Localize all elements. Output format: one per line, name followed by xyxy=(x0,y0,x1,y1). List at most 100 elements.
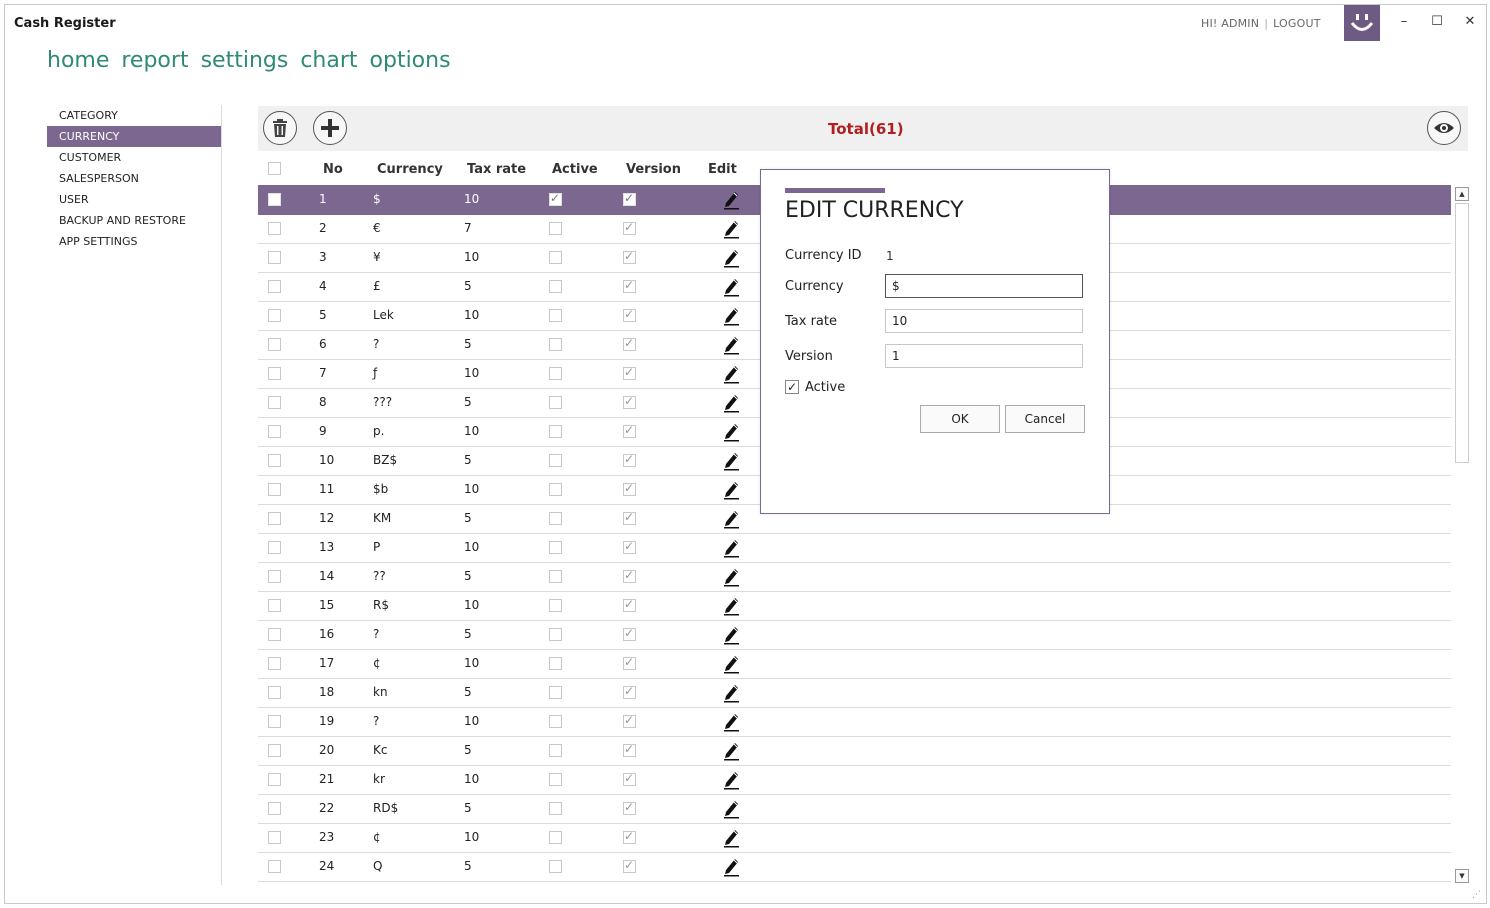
row-active-checkbox[interactable] xyxy=(549,744,562,757)
row-select-checkbox[interactable] xyxy=(268,831,281,844)
pencil-icon[interactable] xyxy=(720,768,742,790)
currency-input[interactable] xyxy=(885,274,1083,298)
row-version-checkbox[interactable] xyxy=(623,597,636,612)
row-select-checkbox[interactable] xyxy=(268,251,281,264)
row-select-checkbox[interactable] xyxy=(268,744,281,757)
row-version-checkbox[interactable] xyxy=(623,249,636,264)
row-version-checkbox[interactable] xyxy=(623,568,636,583)
table-row[interactable]: 15 R$ 10 xyxy=(258,591,1451,621)
row-version-checkbox[interactable] xyxy=(623,481,636,496)
row-active-checkbox[interactable] xyxy=(549,483,562,496)
row-select-checkbox[interactable] xyxy=(268,860,281,873)
sidebar-item-user[interactable]: USER xyxy=(47,189,222,210)
scroll-down-arrow-icon[interactable]: ▼ xyxy=(1455,869,1469,883)
scroll-up-arrow-icon[interactable]: ▲ xyxy=(1455,187,1469,201)
row-select-checkbox[interactable] xyxy=(268,309,281,322)
pencil-icon[interactable] xyxy=(720,826,742,848)
row-select-checkbox[interactable] xyxy=(268,599,281,612)
sidebar-item-category[interactable]: CATEGORY xyxy=(47,105,222,126)
minimize-button[interactable]: – xyxy=(1391,11,1417,33)
row-select-checkbox[interactable] xyxy=(268,715,281,728)
title-bar[interactable]: Cash Register HI! ADMIN | LOGOUT – ☐ ✕ xyxy=(5,5,1486,45)
row-active-checkbox[interactable] xyxy=(549,251,562,264)
row-version-checkbox[interactable] xyxy=(623,539,636,554)
table-row[interactable]: 13 P 10 xyxy=(258,533,1451,563)
pencil-icon[interactable] xyxy=(720,188,742,210)
add-button[interactable] xyxy=(313,111,347,145)
pencil-icon[interactable] xyxy=(720,333,742,355)
pencil-icon[interactable] xyxy=(720,246,742,268)
row-active-checkbox[interactable] xyxy=(549,570,562,583)
column-header-active[interactable]: Active xyxy=(552,162,598,177)
row-active-checkbox[interactable] xyxy=(549,512,562,525)
table-row[interactable]: 20 Kc 5 xyxy=(258,736,1451,766)
row-version-checkbox[interactable] xyxy=(623,220,636,235)
avatar[interactable] xyxy=(1344,5,1380,41)
table-row[interactable]: 23 ¢ 10 xyxy=(258,823,1451,853)
select-all-checkbox[interactable] xyxy=(268,162,281,175)
row-active-checkbox[interactable] xyxy=(549,831,562,844)
sidebar-item-currency[interactable]: CURRENCY xyxy=(47,126,222,147)
maximize-button[interactable]: ☐ xyxy=(1424,11,1450,33)
row-version-checkbox[interactable] xyxy=(623,655,636,670)
pencil-icon[interactable] xyxy=(720,536,742,558)
row-active-checkbox[interactable] xyxy=(549,715,562,728)
ok-button[interactable]: OK xyxy=(920,405,1000,433)
table-row[interactable]: 21 kr 10 xyxy=(258,765,1451,795)
row-version-checkbox[interactable] xyxy=(623,423,636,438)
pencil-icon[interactable] xyxy=(720,420,742,442)
delete-button[interactable] xyxy=(263,111,297,145)
row-version-checkbox[interactable] xyxy=(623,191,636,206)
pencil-icon[interactable] xyxy=(720,304,742,326)
row-select-checkbox[interactable] xyxy=(268,425,281,438)
row-active-checkbox[interactable] xyxy=(549,686,562,699)
row-version-checkbox[interactable] xyxy=(623,278,636,293)
pencil-icon[interactable] xyxy=(720,652,742,674)
nav-report[interactable]: report xyxy=(121,48,188,73)
tax-rate-input[interactable] xyxy=(885,309,1083,333)
row-version-checkbox[interactable] xyxy=(623,858,636,873)
row-active-checkbox[interactable] xyxy=(549,367,562,380)
row-active-checkbox[interactable] xyxy=(549,599,562,612)
row-version-checkbox[interactable] xyxy=(623,829,636,844)
view-button[interactable] xyxy=(1427,111,1461,145)
row-version-checkbox[interactable] xyxy=(623,307,636,322)
close-button[interactable]: ✕ xyxy=(1457,11,1483,33)
row-active-checkbox[interactable] xyxy=(549,338,562,351)
sidebar-item-salesperson[interactable]: SALESPERSON xyxy=(47,168,222,189)
row-version-checkbox[interactable] xyxy=(623,394,636,409)
row-select-checkbox[interactable] xyxy=(268,686,281,699)
pencil-icon[interactable] xyxy=(720,565,742,587)
row-select-checkbox[interactable] xyxy=(268,338,281,351)
scroll-thumb[interactable] xyxy=(1455,203,1469,463)
table-row[interactable]: 22 RD$ 5 xyxy=(258,794,1451,824)
row-select-checkbox[interactable] xyxy=(268,512,281,525)
row-select-checkbox[interactable] xyxy=(268,396,281,409)
table-row[interactable]: 16? 5 xyxy=(258,620,1451,650)
row-select-checkbox[interactable] xyxy=(268,193,281,206)
row-select-checkbox[interactable] xyxy=(268,367,281,380)
pencil-icon[interactable] xyxy=(720,391,742,413)
pencil-icon[interactable] xyxy=(720,217,742,239)
cancel-button[interactable]: Cancel xyxy=(1005,405,1085,433)
nav-settings[interactable]: settings xyxy=(201,48,289,73)
table-row[interactable]: 19? 10 xyxy=(258,707,1451,737)
nav-options[interactable]: options xyxy=(370,48,451,73)
row-active-checkbox[interactable] xyxy=(549,396,562,409)
logout-link[interactable]: LOGOUT xyxy=(1273,17,1321,30)
row-version-checkbox[interactable] xyxy=(623,626,636,641)
pencil-icon[interactable] xyxy=(720,623,742,645)
row-version-checkbox[interactable] xyxy=(623,336,636,351)
row-version-checkbox[interactable] xyxy=(623,452,636,467)
column-header-edit[interactable]: Edit xyxy=(708,162,737,177)
sidebar-item-app-settings[interactable]: APP SETTINGS xyxy=(47,231,222,252)
pencil-icon[interactable] xyxy=(720,478,742,500)
column-header-no[interactable]: No xyxy=(323,162,343,177)
pencil-icon[interactable] xyxy=(720,710,742,732)
row-version-checkbox[interactable] xyxy=(623,713,636,728)
row-active-checkbox[interactable] xyxy=(549,773,562,786)
column-header-tax-rate[interactable]: Tax rate xyxy=(467,162,526,177)
row-version-checkbox[interactable] xyxy=(623,800,636,815)
vertical-scrollbar[interactable]: ▲ ▼ xyxy=(1453,185,1471,888)
active-checkbox[interactable]: ✓ xyxy=(785,380,799,394)
